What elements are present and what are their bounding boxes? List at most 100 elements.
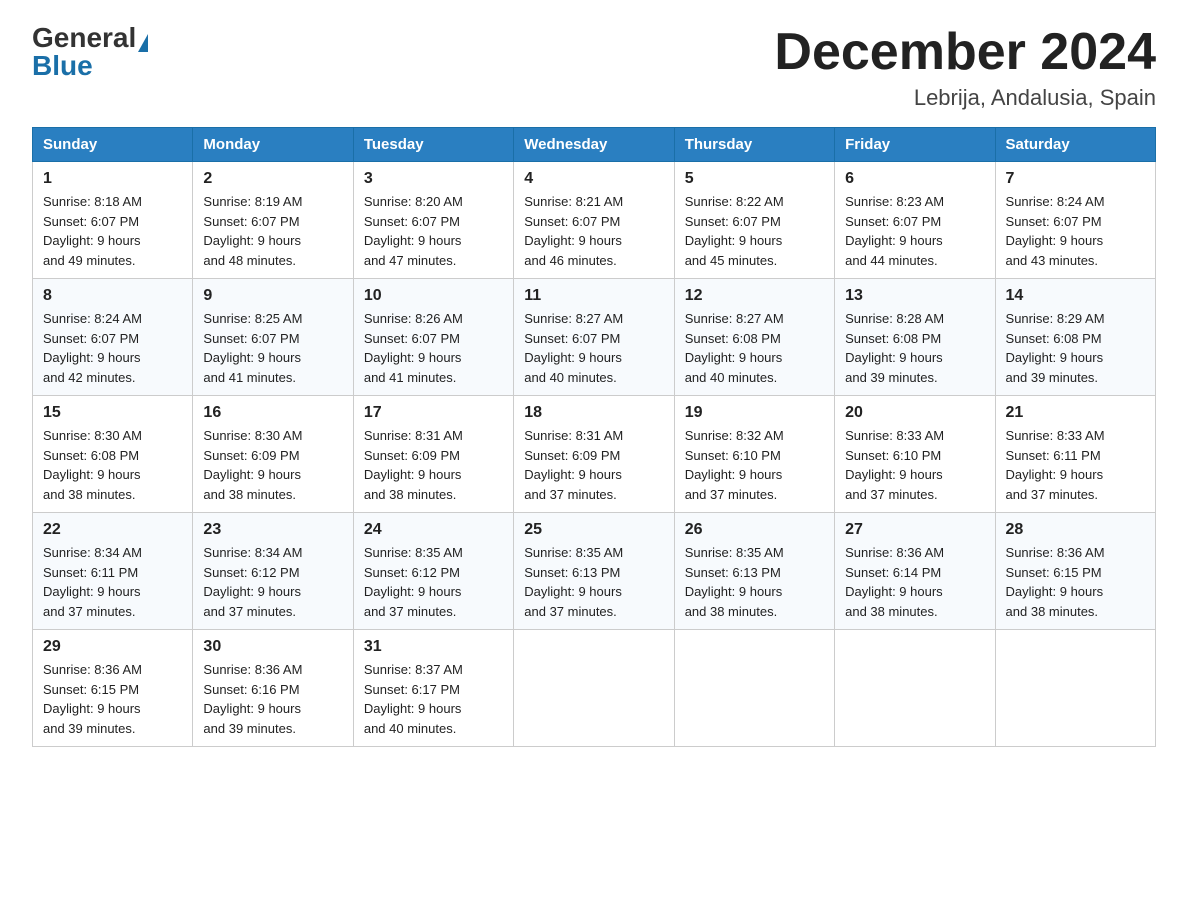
calendar-cell: 26Sunrise: 8:35 AMSunset: 6:13 PMDayligh… (674, 513, 834, 630)
day-number: 13 (845, 287, 984, 305)
logo-triangle-icon (138, 34, 148, 52)
calendar-cell: 7Sunrise: 8:24 AMSunset: 6:07 PMDaylight… (995, 162, 1155, 279)
day-number: 21 (1006, 404, 1145, 422)
day-info: Sunrise: 8:35 AMSunset: 6:13 PMDaylight:… (524, 543, 663, 621)
day-number: 5 (685, 170, 824, 188)
calendar-cell: 9 Sunrise: 8:25 AMSunset: 6:07 PMDaylight… (193, 279, 353, 396)
calendar-cell: 22Sunrise: 8:34 AMSunset: 6:11 PMDayligh… (33, 513, 193, 630)
calendar-cell (995, 630, 1155, 747)
calendar-table: SundayMondayTuesdayWednesdayThursdayFrid… (32, 127, 1156, 747)
day-header-wednesday: Wednesday (514, 128, 674, 162)
day-info: Sunrise: 8:26 AMSunset: 6:07 PMDaylight:… (364, 309, 503, 387)
calendar-cell: 27 Sunrise: 8:36 AMSunset: 6:14 PMDayligh… (835, 513, 995, 630)
day-number: 7 (1006, 170, 1145, 188)
day-info: Sunrise: 8:19 AMSunset: 6:07 PMDaylight:… (203, 192, 342, 270)
calendar-cell: 21 Sunrise: 8:33 AMSunset: 6:11 PMDayligh… (995, 396, 1155, 513)
day-info: Sunrise: 8:36 AMSunset: 6:16 PMDaylight:… (203, 660, 342, 738)
day-number: 12 (685, 287, 824, 305)
calendar-cell: 10 Sunrise: 8:26 AMSunset: 6:07 PMDayligh… (353, 279, 513, 396)
day-info: Sunrise: 8:34 AMSunset: 6:11 PMDaylight:… (43, 543, 182, 621)
calendar-cell: 20 Sunrise: 8:33 AMSunset: 6:10 PMDayligh… (835, 396, 995, 513)
day-info: Sunrise: 8:31 AMSunset: 6:09 PMDaylight:… (364, 426, 503, 504)
calendar-week-row: 15 Sunrise: 8:30 AMSunset: 6:08 PMDayligh… (33, 396, 1156, 513)
calendar-cell: 24 Sunrise: 8:35 AMSunset: 6:12 PMDayligh… (353, 513, 513, 630)
day-number: 30 (203, 638, 342, 656)
day-info: Sunrise: 8:33 AMSunset: 6:11 PMDaylight:… (1006, 426, 1145, 504)
calendar-cell: 29 Sunrise: 8:36 AMSunset: 6:15 PMDayligh… (33, 630, 193, 747)
calendar-week-row: 1 Sunrise: 8:18 AMSunset: 6:07 PMDaylight… (33, 162, 1156, 279)
day-header-sunday: Sunday (33, 128, 193, 162)
day-number: 31 (364, 638, 503, 656)
location-title: Lebrija, Andalusia, Spain (774, 85, 1156, 111)
day-number: 24 (364, 521, 503, 539)
logo: General Blue (32, 24, 148, 80)
day-info: Sunrise: 8:23 AMSunset: 6:07 PMDaylight:… (845, 192, 984, 270)
calendar-cell: 16Sunrise: 8:30 AMSunset: 6:09 PMDayligh… (193, 396, 353, 513)
calendar-cell: 18Sunrise: 8:31 AMSunset: 6:09 PMDayligh… (514, 396, 674, 513)
calendar-cell: 17 Sunrise: 8:31 AMSunset: 6:09 PMDayligh… (353, 396, 513, 513)
day-number: 10 (364, 287, 503, 305)
day-info: Sunrise: 8:33 AMSunset: 6:10 PMDaylight:… (845, 426, 984, 504)
day-number: 14 (1006, 287, 1145, 305)
calendar-cell: 1 Sunrise: 8:18 AMSunset: 6:07 PMDaylight… (33, 162, 193, 279)
day-number: 16 (203, 404, 342, 422)
day-info: Sunrise: 8:35 AMSunset: 6:13 PMDaylight:… (685, 543, 824, 621)
day-number: 9 (203, 287, 342, 305)
calendar-cell: 6 Sunrise: 8:23 AMSunset: 6:07 PMDaylight… (835, 162, 995, 279)
day-info: Sunrise: 8:34 AMSunset: 6:12 PMDaylight:… (203, 543, 342, 621)
calendar-week-row: 22Sunrise: 8:34 AMSunset: 6:11 PMDayligh… (33, 513, 1156, 630)
day-info: Sunrise: 8:37 AMSunset: 6:17 PMDaylight:… (364, 660, 503, 738)
day-info: Sunrise: 8:25 AMSunset: 6:07 PMDaylight:… (203, 309, 342, 387)
day-number: 23 (203, 521, 342, 539)
day-info: Sunrise: 8:28 AMSunset: 6:08 PMDaylight:… (845, 309, 984, 387)
day-number: 25 (524, 521, 663, 539)
day-info: Sunrise: 8:27 AMSunset: 6:08 PMDaylight:… (685, 309, 824, 387)
day-number: 11 (524, 287, 663, 305)
title-section: December 2024 Lebrija, Andalusia, Spain (774, 24, 1156, 111)
day-info: Sunrise: 8:27 AMSunset: 6:07 PMDaylight:… (524, 309, 663, 387)
day-number: 29 (43, 638, 182, 656)
calendar-cell: 11 Sunrise: 8:27 AMSunset: 6:07 PMDayligh… (514, 279, 674, 396)
calendar-cell: 12 Sunrise: 8:27 AMSunset: 6:08 PMDayligh… (674, 279, 834, 396)
day-info: Sunrise: 8:36 AMSunset: 6:15 PMDaylight:… (1006, 543, 1145, 621)
day-info: Sunrise: 8:30 AMSunset: 6:08 PMDaylight:… (43, 426, 182, 504)
day-number: 2 (203, 170, 342, 188)
day-number: 15 (43, 404, 182, 422)
calendar-cell: 13 Sunrise: 8:28 AMSunset: 6:08 PMDayligh… (835, 279, 995, 396)
day-number: 27 (845, 521, 984, 539)
day-info: Sunrise: 8:36 AMSunset: 6:14 PMDaylight:… (845, 543, 984, 621)
month-title: December 2024 (774, 24, 1156, 81)
day-header-friday: Friday (835, 128, 995, 162)
day-number: 17 (364, 404, 503, 422)
day-info: Sunrise: 8:20 AMSunset: 6:07 PMDaylight:… (364, 192, 503, 270)
day-info: Sunrise: 8:32 AMSunset: 6:10 PMDaylight:… (685, 426, 824, 504)
calendar-cell: 25 Sunrise: 8:35 AMSunset: 6:13 PMDayligh… (514, 513, 674, 630)
day-number: 1 (43, 170, 182, 188)
logo-general-text: General (32, 22, 136, 53)
calendar-cell (835, 630, 995, 747)
calendar-week-row: 29 Sunrise: 8:36 AMSunset: 6:15 PMDayligh… (33, 630, 1156, 747)
calendar-cell: 5 Sunrise: 8:22 AMSunset: 6:07 PMDaylight… (674, 162, 834, 279)
day-number: 20 (845, 404, 984, 422)
calendar-cell: 3 Sunrise: 8:20 AMSunset: 6:07 PMDaylight… (353, 162, 513, 279)
day-info: Sunrise: 8:36 AMSunset: 6:15 PMDaylight:… (43, 660, 182, 738)
day-info: Sunrise: 8:22 AMSunset: 6:07 PMDaylight:… (685, 192, 824, 270)
day-number: 6 (845, 170, 984, 188)
day-number: 19 (685, 404, 824, 422)
day-header-tuesday: Tuesday (353, 128, 513, 162)
calendar-cell (674, 630, 834, 747)
day-header-monday: Monday (193, 128, 353, 162)
day-number: 28 (1006, 521, 1145, 539)
calendar-cell: 30 Sunrise: 8:36 AMSunset: 6:16 PMDayligh… (193, 630, 353, 747)
day-info: Sunrise: 8:35 AMSunset: 6:12 PMDaylight:… (364, 543, 503, 621)
calendar-cell: 19 Sunrise: 8:32 AMSunset: 6:10 PMDayligh… (674, 396, 834, 513)
logo-top: General (32, 24, 148, 52)
day-number: 3 (364, 170, 503, 188)
day-header-thursday: Thursday (674, 128, 834, 162)
day-header-saturday: Saturday (995, 128, 1155, 162)
day-info: Sunrise: 8:18 AMSunset: 6:07 PMDaylight:… (43, 192, 182, 270)
day-info: Sunrise: 8:29 AMSunset: 6:08 PMDaylight:… (1006, 309, 1145, 387)
calendar-cell: 23 Sunrise: 8:34 AMSunset: 6:12 PMDayligh… (193, 513, 353, 630)
page-header: General Blue December 2024 Lebrija, Anda… (32, 24, 1156, 111)
calendar-header-row: SundayMondayTuesdayWednesdayThursdayFrid… (33, 128, 1156, 162)
